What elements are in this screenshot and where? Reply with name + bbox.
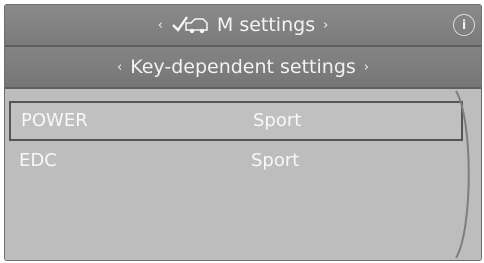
- row-value: Sport: [251, 150, 300, 171]
- info-icon[interactable]: i: [453, 14, 475, 36]
- header-right-arrow[interactable]: ›: [315, 18, 336, 33]
- subheader-title: Key-dependent settings: [130, 56, 356, 78]
- subheader-right-arrow[interactable]: ›: [356, 60, 377, 75]
- header-left-arrow[interactable]: ‹: [150, 18, 171, 33]
- settings-list: POWER Sport EDC Sport: [5, 89, 481, 260]
- row-value: Sport: [253, 110, 302, 131]
- header-title: M settings: [216, 14, 316, 36]
- settings-screen: ‹ M settings › i ‹ Key-dependent setting…: [4, 4, 482, 261]
- scroll-curve-decoration: [455, 90, 470, 259]
- settings-row-edc[interactable]: EDC Sport: [9, 143, 459, 179]
- car-check-icon: [172, 16, 208, 34]
- header-bar: ‹ M settings › i: [5, 5, 481, 47]
- row-key: EDC: [19, 150, 57, 171]
- subheader-bar: ‹ Key-dependent settings ›: [5, 47, 481, 89]
- subheader-left-arrow[interactable]: ‹: [109, 60, 130, 75]
- header-title-group: ‹ M settings ›: [5, 5, 481, 45]
- settings-row-power[interactable]: POWER Sport: [9, 101, 463, 141]
- row-key: POWER: [21, 110, 88, 131]
